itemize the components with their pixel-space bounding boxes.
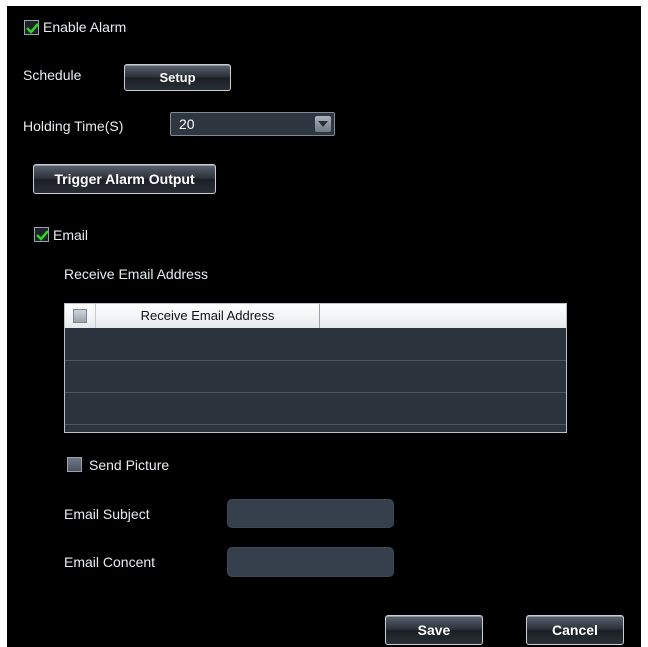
receive-email-table: Receive Email Address xyxy=(64,303,567,433)
select-all-checkbox[interactable] xyxy=(73,309,87,323)
enable-alarm-checkbox[interactable] xyxy=(24,20,39,35)
send-picture-label: Send Picture xyxy=(89,457,170,473)
receive-email-section-label: Receive Email Address xyxy=(64,266,208,282)
email-subject-label: Email Subject xyxy=(64,506,150,522)
checkmark-icon xyxy=(26,23,39,34)
trigger-alarm-output-button[interactable]: Trigger Alarm Output xyxy=(33,164,216,194)
table-row xyxy=(65,424,566,425)
table-row xyxy=(65,360,566,361)
schedule-label: Schedule xyxy=(23,67,82,83)
setup-button[interactable]: Setup xyxy=(124,64,231,91)
table-header: Receive Email Address xyxy=(65,304,566,328)
email-content-label: Email Concent xyxy=(64,554,156,570)
save-button[interactable]: Save xyxy=(385,615,483,645)
holding-time-label: Holding Time(S) xyxy=(23,118,124,134)
column-divider xyxy=(319,304,320,328)
email-label: Email xyxy=(53,227,89,243)
chevron-down-icon[interactable] xyxy=(315,116,331,132)
email-content-input[interactable] xyxy=(227,547,394,577)
holding-time-select[interactable]: 20 xyxy=(170,112,335,136)
table-row xyxy=(65,392,566,393)
column-header-receive-email[interactable]: Receive Email Address xyxy=(96,308,319,323)
checkmark-icon xyxy=(36,230,49,241)
send-picture-checkbox[interactable] xyxy=(67,457,82,472)
email-subject-input[interactable] xyxy=(227,499,394,528)
enable-alarm-label: Enable Alarm xyxy=(43,19,127,35)
email-checkbox[interactable] xyxy=(34,227,49,242)
cancel-button[interactable]: Cancel xyxy=(526,615,624,645)
holding-time-value: 20 xyxy=(179,116,195,132)
